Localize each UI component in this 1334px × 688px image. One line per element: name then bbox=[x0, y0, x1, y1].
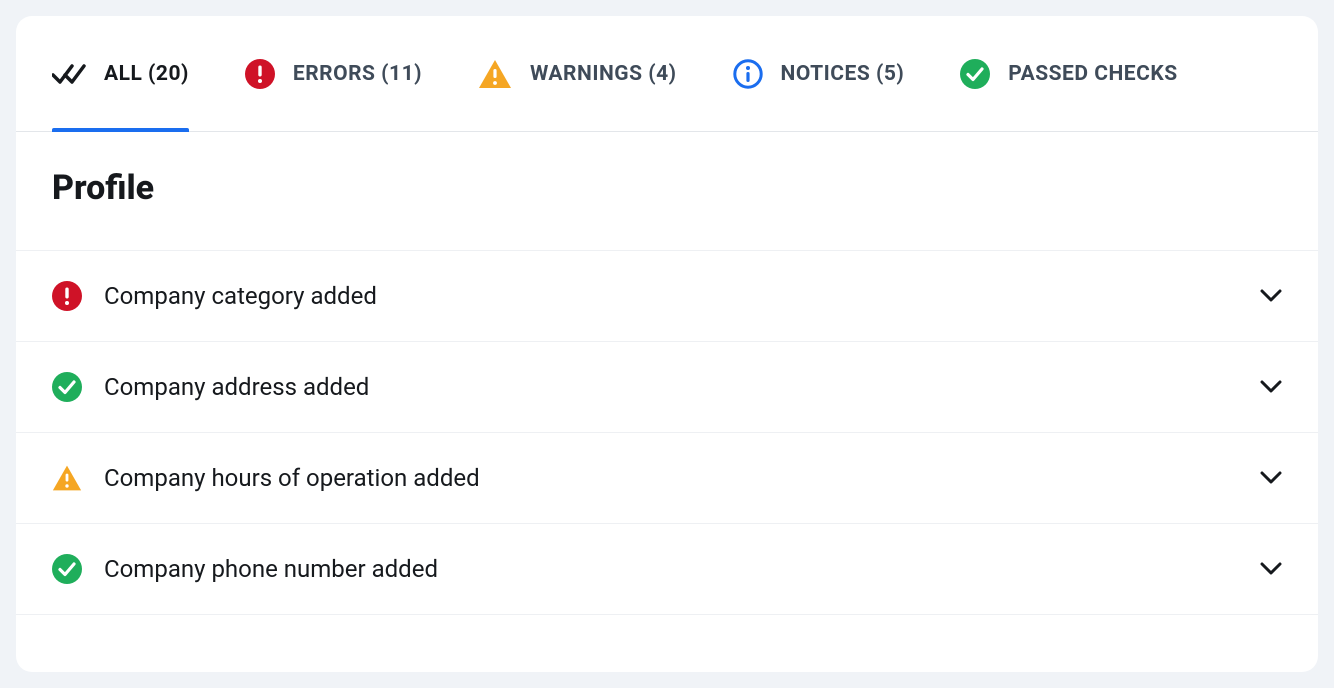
chevron-down-icon bbox=[1260, 380, 1282, 394]
double-check-icon bbox=[52, 62, 86, 86]
warning-icon bbox=[52, 463, 82, 493]
tab-all-label: ALL (20) bbox=[104, 62, 189, 86]
info-icon bbox=[733, 59, 763, 89]
error-icon bbox=[245, 59, 275, 89]
check-circle-icon bbox=[960, 59, 990, 89]
tab-notices[interactable]: NOTICES (5) bbox=[733, 16, 905, 131]
chevron-down-icon bbox=[1260, 471, 1282, 485]
chevron-down-icon bbox=[1260, 562, 1282, 576]
chevron-down-icon bbox=[1260, 289, 1282, 303]
error-icon bbox=[52, 281, 82, 311]
check-item-label: Company phone number added bbox=[104, 555, 1260, 583]
tab-all[interactable]: ALL (20) bbox=[52, 16, 189, 131]
tab-notices-label: NOTICES (5) bbox=[781, 62, 905, 86]
section-title: Profile bbox=[16, 132, 1318, 251]
check-item-label: Company hours of operation added bbox=[104, 464, 1260, 492]
tab-errors-label: ERRORS (11) bbox=[293, 62, 422, 86]
check-item-label: Company category added bbox=[104, 282, 1260, 310]
check-item[interactable]: Company category added bbox=[16, 251, 1318, 342]
check-item[interactable]: Company phone number added bbox=[16, 524, 1318, 615]
tab-warnings-label: WARNINGS (4) bbox=[530, 62, 677, 86]
tab-warnings[interactable]: WARNINGS (4) bbox=[478, 16, 677, 131]
check-item-label: Company address added bbox=[104, 373, 1260, 401]
tab-errors[interactable]: ERRORS (11) bbox=[245, 16, 422, 131]
check-circle-icon bbox=[52, 372, 82, 402]
check-item[interactable]: Company address added bbox=[16, 342, 1318, 433]
check-circle-icon bbox=[52, 554, 82, 584]
warning-icon bbox=[478, 59, 512, 89]
check-item[interactable]: Company hours of operation added bbox=[16, 433, 1318, 524]
checks-card: ALL (20) ERRORS (11) WARNINGS (4) bbox=[16, 16, 1318, 672]
tabs-bar: ALL (20) ERRORS (11) WARNINGS (4) bbox=[16, 16, 1318, 132]
tab-passed-label: PASSED CHECKS bbox=[1008, 62, 1177, 86]
tab-passed[interactable]: PASSED CHECKS bbox=[960, 16, 1177, 131]
